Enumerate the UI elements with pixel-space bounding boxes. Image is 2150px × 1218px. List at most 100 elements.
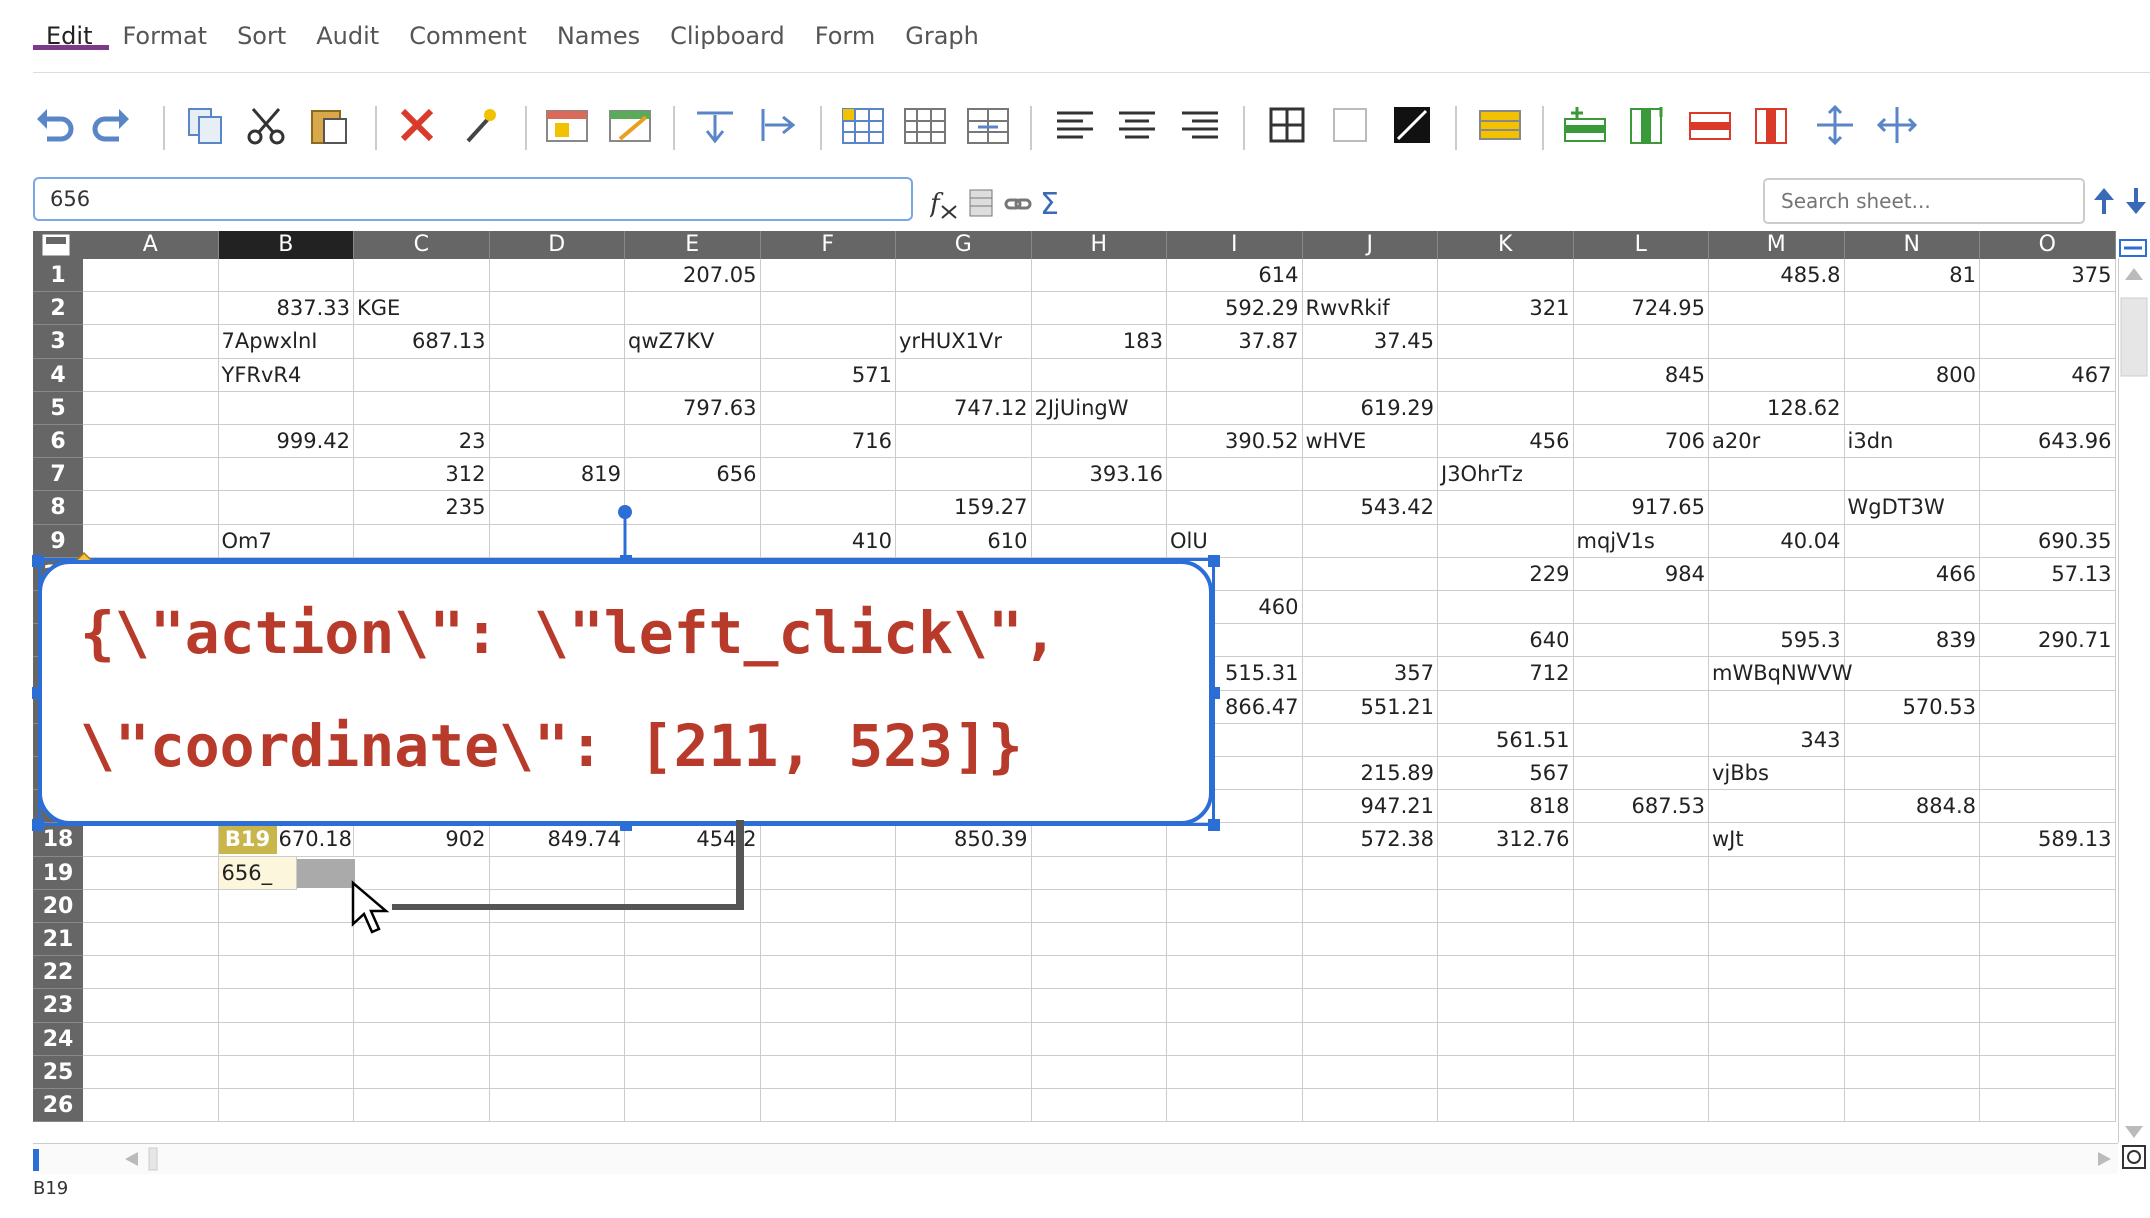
cell-l18[interactable]: [1573, 823, 1709, 857]
cell-d2[interactable]: [489, 292, 625, 326]
cell-b7[interactable]: [218, 458, 354, 492]
cell-f26[interactable]: [760, 1089, 896, 1123]
cell-g23[interactable]: [896, 989, 1032, 1023]
cell-j11[interactable]: [1302, 591, 1438, 625]
cell-j3[interactable]: 37.45: [1302, 325, 1438, 359]
cell-f18[interactable]: [760, 823, 896, 857]
cell-f21[interactable]: [760, 923, 896, 957]
cell-n3[interactable]: [1844, 325, 1980, 359]
cell-k22[interactable]: [1438, 956, 1574, 990]
cell-j2[interactable]: RwvRkif: [1302, 292, 1438, 326]
cell-a24[interactable]: [83, 1022, 219, 1056]
cell-g2[interactable]: [896, 292, 1032, 326]
cell-l15[interactable]: [1573, 723, 1709, 757]
cell-f8[interactable]: [760, 491, 896, 525]
cell-j20[interactable]: [1302, 889, 1438, 923]
cell-n15[interactable]: [1844, 723, 1980, 757]
border-icon[interactable]: [1262, 100, 1312, 150]
cell-m5[interactable]: 128.62: [1709, 391, 1845, 425]
cell-g20[interactable]: [896, 889, 1032, 923]
column-header-n[interactable]: N: [1844, 231, 1980, 259]
row-header-24[interactable]: 24: [33, 1022, 83, 1056]
cell-i6[interactable]: 390.52: [1167, 425, 1303, 459]
align-right-icon[interactable]: [1175, 100, 1225, 150]
cell-i2[interactable]: 592.29: [1167, 292, 1303, 326]
cell-k21[interactable]: [1438, 923, 1574, 957]
cell-c1[interactable]: [354, 259, 490, 293]
row-header-22[interactable]: 22: [33, 956, 83, 990]
cell-l8[interactable]: 917.65: [1573, 491, 1709, 525]
cell-e4[interactable]: [625, 358, 761, 392]
cell-k11[interactable]: [1438, 591, 1574, 625]
cell-f5[interactable]: [760, 391, 896, 425]
cell-b8[interactable]: [218, 491, 354, 525]
cell-i3[interactable]: 37.87: [1167, 325, 1303, 359]
cell-j13[interactable]: 357: [1302, 657, 1438, 691]
cell-i19[interactable]: [1167, 856, 1303, 890]
cell-n7[interactable]: [1844, 458, 1980, 492]
cell-h26[interactable]: [1031, 1089, 1167, 1123]
cell-i8[interactable]: [1167, 491, 1303, 525]
cell-j1[interactable]: [1302, 259, 1438, 293]
formula-bar[interactable]: [33, 177, 913, 221]
cell-n11[interactable]: [1844, 591, 1980, 625]
cell-j4[interactable]: [1302, 358, 1438, 392]
cell-l17[interactable]: 687.53: [1573, 790, 1709, 824]
column-header-f[interactable]: F: [760, 231, 896, 259]
cell-a25[interactable]: [83, 1055, 219, 1089]
cell-c9[interactable]: [354, 524, 490, 558]
cell-m22[interactable]: [1709, 956, 1845, 990]
cell-b25[interactable]: [218, 1055, 354, 1089]
cell-m23[interactable]: [1709, 989, 1845, 1023]
column-header-i[interactable]: I: [1167, 231, 1303, 259]
cell-a23[interactable]: [83, 989, 219, 1023]
cell-b21[interactable]: [218, 923, 354, 957]
cell-f9[interactable]: 410: [760, 524, 896, 558]
cell-i23[interactable]: [1167, 989, 1303, 1023]
cell-k8[interactable]: [1438, 491, 1574, 525]
cell-l11[interactable]: [1573, 591, 1709, 625]
cell-a26[interactable]: [83, 1089, 219, 1123]
cell-n10[interactable]: 466: [1844, 557, 1980, 591]
cell-e25[interactable]: [625, 1055, 761, 1089]
row-header-25[interactable]: 25: [33, 1055, 83, 1089]
cell-n19[interactable]: [1844, 856, 1980, 890]
menu-form[interactable]: Form: [802, 0, 892, 50]
insert-table-icon[interactable]: [542, 100, 592, 150]
cell-d7[interactable]: 819: [489, 458, 625, 492]
cell-n12[interactable]: 839: [1844, 624, 1980, 658]
cell-k17[interactable]: 818: [1438, 790, 1574, 824]
column-header-d[interactable]: D: [489, 231, 625, 259]
cell-a1[interactable]: [83, 259, 219, 293]
cell-m8[interactable]: [1709, 491, 1845, 525]
cell-c26[interactable]: [354, 1089, 490, 1123]
cell-j17[interactable]: 947.21: [1302, 790, 1438, 824]
cell-e21[interactable]: [625, 923, 761, 957]
vertical-scrollbar[interactable]: [2118, 258, 2149, 1143]
cell-i18[interactable]: [1167, 823, 1303, 857]
resize-handle[interactable]: [1208, 555, 1220, 567]
cell-b23[interactable]: [218, 989, 354, 1023]
grid-icon[interactable]: [900, 100, 950, 150]
menu-audit[interactable]: Audit: [303, 0, 396, 50]
cell-g25[interactable]: [896, 1055, 1032, 1089]
cell-h1[interactable]: [1031, 259, 1167, 293]
delete-column-icon[interactable]: [1747, 100, 1797, 150]
cell-g21[interactable]: [896, 923, 1032, 957]
cell-k9[interactable]: [1438, 524, 1574, 558]
rotate-handle[interactable]: [610, 502, 640, 562]
cell-j15[interactable]: [1302, 723, 1438, 757]
row-header-2[interactable]: 2: [33, 292, 83, 326]
cell-a18[interactable]: [83, 823, 219, 857]
column-header-a[interactable]: A: [83, 231, 219, 259]
cell-b6[interactable]: 999.42: [218, 425, 354, 459]
cell-j24[interactable]: [1302, 1022, 1438, 1056]
row-header-8[interactable]: 8: [33, 491, 83, 525]
cell-o1[interactable]: 375: [1980, 259, 2116, 293]
cell-d9[interactable]: [489, 524, 625, 558]
cell-i26[interactable]: [1167, 1089, 1303, 1123]
cell-j25[interactable]: [1302, 1055, 1438, 1089]
cell-j16[interactable]: 215.89: [1302, 757, 1438, 791]
cell-m15[interactable]: 343: [1709, 723, 1845, 757]
cell-k24[interactable]: [1438, 1022, 1574, 1056]
